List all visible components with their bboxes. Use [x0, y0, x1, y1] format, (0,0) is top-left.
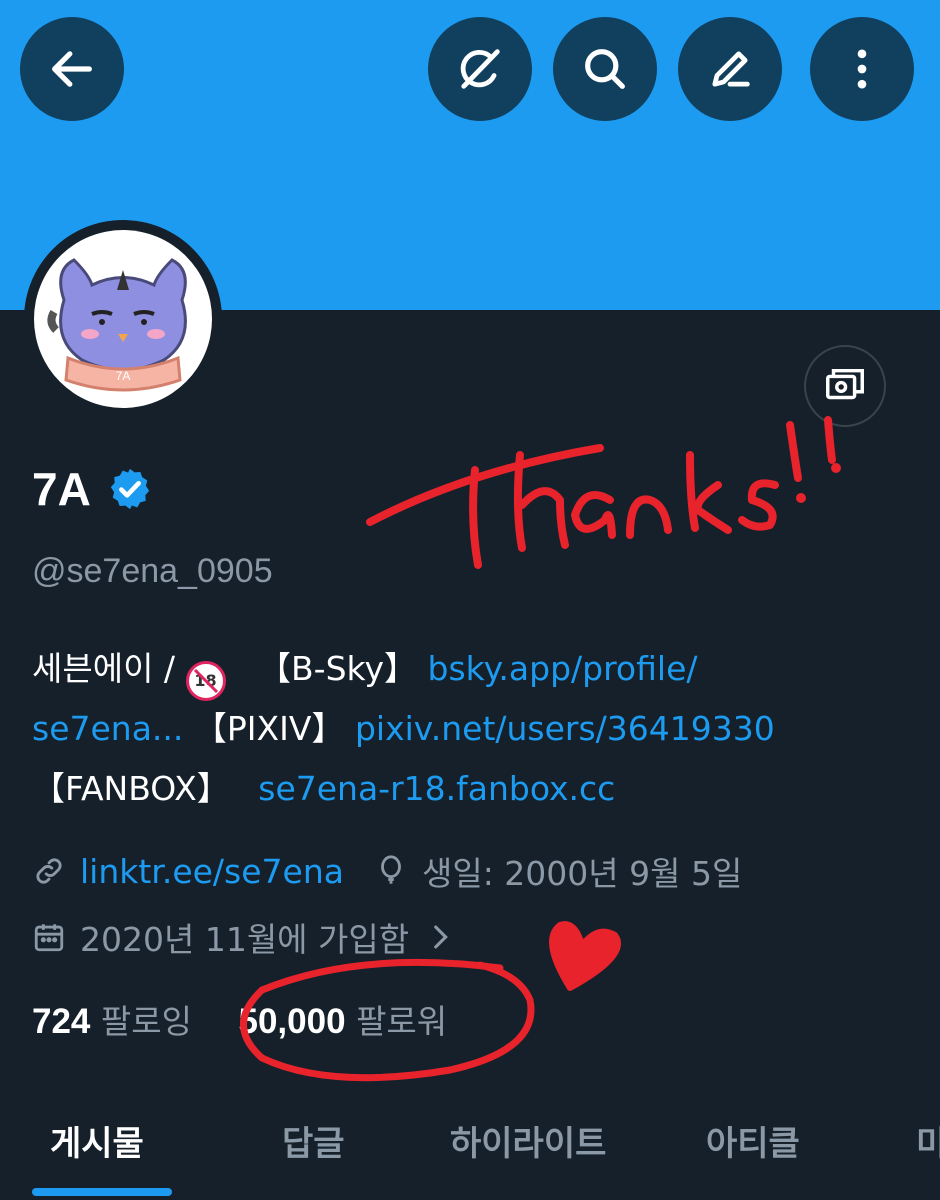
- tab-replies[interactable]: 답글: [282, 1116, 345, 1165]
- profile-handle: @se7ena_0905: [32, 552, 273, 590]
- meta-line-2: 2020년 11월에 가입함: [32, 913, 471, 961]
- back-button[interactable]: [20, 17, 124, 121]
- avatar-cat-illustration: 7A: [47, 258, 187, 392]
- avatar-text: 7A: [116, 369, 131, 383]
- link-icon: [36, 858, 62, 884]
- joined-text[interactable]: 2020년 11월에 가입함: [80, 913, 409, 961]
- followers-count: 50,000: [238, 1002, 346, 1041]
- tab-posts[interactable]: 게시물: [50, 1116, 144, 1165]
- following-stat[interactable]: 724 팔로잉: [32, 1002, 203, 1041]
- followers-label: 팔로워: [356, 1002, 448, 1041]
- bio-line-3: 【FANBOX】 se7ena-r18.fanbox.cc: [32, 762, 615, 810]
- bio-fanbox-link[interactable]: se7ena-r18.fanbox.cc: [258, 769, 615, 808]
- meta-line-1: linktr.ee/se7ena 생일: 2000년 9월 5일: [32, 847, 742, 895]
- followers-stat[interactable]: 50,000 팔로워: [239, 1002, 448, 1041]
- back-arrow-icon: [52, 51, 92, 87]
- calendar-icon: [34, 924, 64, 952]
- bio-pixiv-label: 【PIXIV】: [193, 709, 345, 748]
- profile-tabs: 게시물 답글 하이라이트 아티클 미: [0, 1110, 940, 1200]
- prohibited-slash-icon: [193, 668, 218, 693]
- heart-doodle: [549, 921, 621, 991]
- birthday-text: 생일: 2000년 9월 5일: [421, 854, 743, 893]
- bio-fanbox-label: 【FANBOX】: [32, 769, 230, 808]
- bio-pixiv-link[interactable]: pixiv.net/users/36419330: [355, 709, 775, 748]
- search-icon: [585, 49, 625, 89]
- bio-line-2: se7ena... 【PIXIV】 pixiv.net/users/364193…: [32, 702, 775, 750]
- subscription-card-icon: [826, 368, 864, 400]
- bio-bsky-label: 【B-Sky】: [258, 649, 418, 688]
- edit-button[interactable]: [678, 17, 782, 121]
- chevron-right-icon[interactable]: [423, 920, 457, 954]
- tab-media[interactable]: 미: [916, 1116, 940, 1165]
- verified-badge-icon[interactable]: [107, 466, 153, 512]
- bio-prefix: 세븐에이 /: [32, 649, 186, 688]
- website-link[interactable]: linktr.ee/se7ena: [80, 852, 344, 891]
- grok-icon: [460, 49, 500, 89]
- profile-name: 7A: [32, 463, 91, 515]
- grok-button[interactable]: [428, 17, 532, 121]
- thanks-handwriting: [366, 416, 836, 569]
- active-tab-indicator: [32, 1188, 172, 1196]
- edit-icon: [712, 51, 750, 87]
- no-under-18-emoji: 18: [185, 660, 226, 701]
- tab-articles[interactable]: 아티클: [706, 1116, 800, 1165]
- bio-line-1: 세븐에이 / 18 【B-Sky】 bsky.app/profile/: [32, 642, 698, 701]
- exclamation-dots: [796, 463, 841, 503]
- following-label: 팔로잉: [100, 1002, 192, 1041]
- avatar-border: 7A: [24, 220, 222, 418]
- bio-bsky-link-continued[interactable]: se7ena...: [32, 709, 183, 748]
- profile-name-row: 7A: [32, 462, 153, 516]
- bio-bsky-link[interactable]: bsky.app/profile/: [428, 649, 698, 688]
- follow-stats: 724 팔로잉 50,000 팔로워: [32, 995, 447, 1043]
- following-count: 724: [32, 1002, 91, 1041]
- search-button[interactable]: [553, 17, 657, 121]
- balloon-icon: [381, 855, 401, 884]
- subscription-card-button[interactable]: [804, 345, 886, 427]
- avatar[interactable]: 7A: [34, 230, 212, 408]
- more-button[interactable]: [810, 17, 914, 121]
- tab-highlights[interactable]: 하이라이트: [450, 1116, 606, 1165]
- more-vertical-icon: [857, 49, 867, 89]
